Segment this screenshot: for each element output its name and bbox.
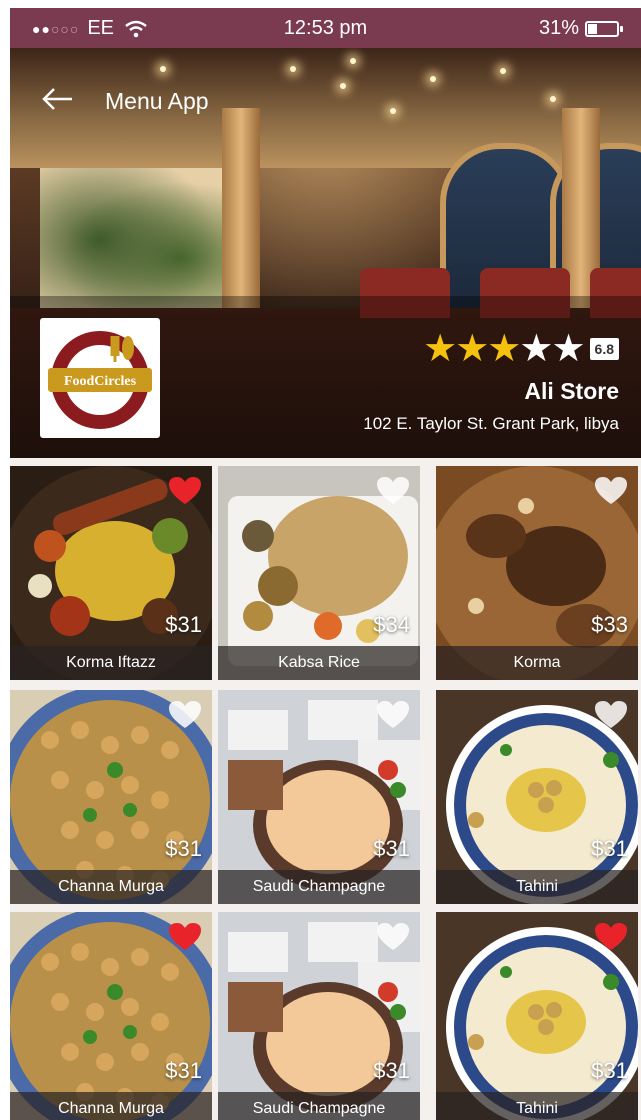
menu-item-price: $31 — [373, 836, 410, 861]
favorite-heart-icon[interactable] — [376, 476, 410, 506]
rating-score: 6.8 — [589, 338, 619, 360]
menu-item-name: Channa Murga — [58, 878, 164, 895]
menu-item-caption: Saudi Champagne — [218, 870, 420, 904]
menu-item-name: Saudi Champagne — [252, 1100, 386, 1117]
menu-item-caption: Kabsa Rice — [218, 646, 420, 680]
star-empty-icon: ★ — [551, 328, 585, 370]
star-filled-icon: ★ — [455, 328, 489, 370]
menu-item-price: $31 — [165, 612, 202, 637]
menu-item-name: Saudi Champagne — [252, 878, 386, 895]
menu-item-card[interactable]: $33 Korma — [436, 466, 638, 680]
menu-item-card[interactable]: $34 Kabsa Rice — [218, 466, 420, 680]
menu-item-price: $33 — [591, 612, 628, 637]
menu-item-name: Tahini — [516, 878, 558, 895]
logo-text: FoodCircles — [64, 374, 137, 389]
status-right: 31% — [538, 17, 623, 40]
store-address: 102 E. Taylor St. Grant Park, libya — [363, 414, 619, 433]
menu-item-price: $31 — [373, 1058, 410, 1083]
menu-item-name: Korma Iftazz — [66, 654, 156, 671]
menu-item-card[interactable]: $31 Tahini — [436, 912, 638, 1120]
favorite-heart-icon[interactable] — [168, 476, 202, 506]
menu-item-price: $31 — [165, 836, 202, 861]
app-screen: ●●○○○ EE 12:53 pm 31% Menu App FoodCircl… — [10, 8, 641, 1120]
favorite-heart-icon[interactable] — [168, 700, 202, 730]
app-toolbar: Menu App — [10, 48, 641, 143]
menu-item-card[interactable]: $31 Tahini — [436, 690, 638, 904]
rating-stars: ★★★★★ — [423, 328, 585, 370]
favorite-heart-icon[interactable] — [594, 922, 628, 952]
battery-icon — [585, 20, 623, 37]
menu-item-price: $31 — [591, 1058, 628, 1083]
favorite-heart-icon[interactable] — [594, 476, 628, 506]
menu-item-price: $31 — [165, 1058, 202, 1083]
star-filled-icon: ★ — [487, 328, 521, 370]
battery-level — [588, 23, 597, 34]
menu-item-caption: Korma Iftazz — [10, 646, 212, 680]
menu-item-caption: Channa Murga — [10, 1092, 212, 1120]
back-arrow-icon[interactable] — [40, 86, 74, 110]
menu-item-name: Tahini — [516, 1100, 558, 1117]
restaurant-hero: Menu App FoodCircles ★★★★★ 6.8 Ali Store… — [10, 48, 641, 458]
menu-item-price: $31 — [591, 836, 628, 861]
menu-item-card[interactable]: $31 Saudi Champagne — [218, 690, 420, 904]
favorite-heart-icon[interactable] — [168, 922, 202, 952]
favorite-heart-icon[interactable] — [376, 922, 410, 952]
menu-item-price: $34 — [373, 612, 410, 637]
page-title: Menu App — [105, 88, 209, 114]
menu-item-caption: Tahini — [436, 1092, 638, 1120]
menu-item-name: Korma — [513, 654, 561, 671]
store-rating: ★★★★★ 6.8 — [423, 330, 619, 368]
favorite-heart-icon[interactable] — [594, 700, 628, 730]
battery-percent: 31% — [538, 17, 579, 39]
menu-item-caption: Korma — [436, 646, 638, 680]
star-empty-icon: ★ — [519, 328, 553, 370]
menu-item-caption: Saudi Champagne — [218, 1092, 420, 1120]
store-logo: FoodCircles — [40, 318, 160, 438]
menu-item-name: Channa Murga — [58, 1100, 164, 1117]
menu-item-name: Kabsa Rice — [278, 654, 360, 671]
star-filled-icon: ★ — [423, 328, 457, 370]
menu-item-card[interactable]: $31 Channa Murga — [10, 690, 212, 904]
status-bar: ●●○○○ EE 12:53 pm 31% — [10, 8, 641, 48]
menu-item-card[interactable]: $31 Korma Iftazz — [10, 466, 212, 680]
store-name: Ali Store — [524, 378, 619, 404]
menu-item-card[interactable]: $31 Channa Murga — [10, 912, 212, 1120]
menu-item-caption: Channa Murga — [10, 870, 212, 904]
favorite-heart-icon[interactable] — [376, 700, 410, 730]
menu-item-card[interactable]: $31 Saudi Champagne — [218, 912, 420, 1120]
menu-item-caption: Tahini — [436, 870, 638, 904]
